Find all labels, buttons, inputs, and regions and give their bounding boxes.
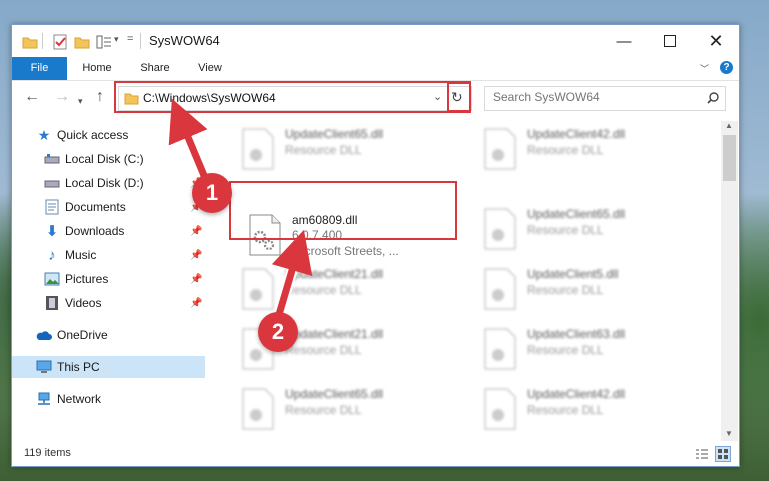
annotation-arrows bbox=[168, 98, 313, 324]
step-badge-2: 2 bbox=[258, 312, 298, 352]
step-badge-1: 1 bbox=[192, 173, 232, 213]
